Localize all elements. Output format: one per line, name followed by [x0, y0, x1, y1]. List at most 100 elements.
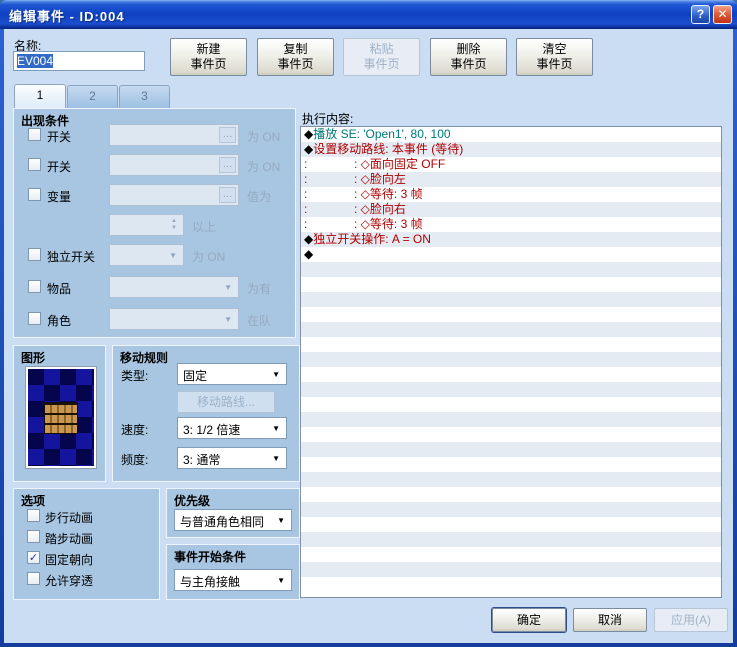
clear-page-button[interactable]: 清空事件页 [516, 38, 593, 76]
command-row[interactable]: ◆独立开关操作: A = ON [301, 232, 721, 247]
sprite-image [28, 369, 94, 466]
command-row[interactable] [301, 547, 721, 562]
command-row[interactable] [301, 412, 721, 427]
priority-group: 优先级 与普通角色相同▼ [166, 488, 300, 538]
switch2-field: … [109, 154, 239, 176]
command-row[interactable] [301, 487, 721, 502]
command-row[interactable] [301, 427, 721, 442]
event-name-input[interactable]: EV004 [13, 51, 145, 71]
command-row[interactable]: : : ◇等待: 3 帧 [301, 217, 721, 232]
ellipsis-icon: … [219, 127, 236, 143]
self-switch-checkbox[interactable] [28, 248, 41, 261]
command-row[interactable] [301, 382, 721, 397]
chevron-down-icon: ▼ [272, 454, 280, 463]
command-row[interactable] [301, 352, 721, 367]
title-bar[interactable]: 编辑事件 - ID:004 ? ✕ [0, 0, 737, 29]
command-row[interactable] [301, 262, 721, 277]
variable-checkbox[interactable] [28, 188, 41, 201]
self-switch-suffix: 为 ON [192, 248, 225, 265]
edit-event-dialog: 编辑事件 - ID:004 ? ✕ 名称: EV004 新建事件页 复制事件页 … [0, 0, 737, 647]
command-row[interactable] [301, 442, 721, 457]
switch2-checkbox[interactable] [28, 158, 41, 171]
variable-value-suffix: 以上 [192, 218, 216, 235]
command-row[interactable] [301, 502, 721, 517]
command-row[interactable] [301, 277, 721, 292]
command-row[interactable]: ◆ [301, 247, 721, 262]
apply-button: 应用(A) [654, 608, 728, 632]
delete-page-button[interactable]: 删除事件页 [430, 38, 507, 76]
move-type-label: 类型: [121, 367, 148, 384]
shelf-sprite [44, 402, 78, 434]
ellipsis-icon: … [219, 187, 236, 203]
speed-select[interactable]: 3: 1/2 倍速▼ [177, 417, 287, 439]
command-row[interactable] [301, 562, 721, 577]
frequency-select[interactable]: 3: 通常▼ [177, 447, 287, 469]
command-row[interactable]: : : ◇等待: 3 帧 [301, 187, 721, 202]
tab-page-2[interactable]: 2 [67, 85, 118, 108]
graphic-title: 图形 [21, 349, 45, 366]
step-anim-checkbox[interactable] [27, 530, 40, 543]
speed-label: 速度: [121, 421, 148, 438]
fixed-direction-label: 固定朝向 [45, 551, 93, 568]
switch1-checkbox[interactable] [28, 128, 41, 141]
chevron-down-icon: ▼ [272, 370, 280, 379]
command-row[interactable] [301, 517, 721, 532]
command-row[interactable] [301, 457, 721, 472]
variable-field: … [109, 184, 239, 206]
walk-anim-checkbox[interactable] [27, 509, 40, 522]
walk-anim-label: 步行动画 [45, 509, 93, 526]
command-row[interactable] [301, 337, 721, 352]
priority-select[interactable]: 与普通角色相同▼ [174, 509, 292, 531]
event-graphic-preview[interactable] [25, 366, 97, 469]
switch1-field: … [109, 124, 239, 146]
command-row[interactable] [301, 397, 721, 412]
command-row[interactable]: : : ◇面向固定 OFF [301, 157, 721, 172]
command-row[interactable] [301, 577, 721, 592]
command-row[interactable]: : : ◇脸向左 [301, 172, 721, 187]
command-row[interactable]: ◆设置移动路线: 本事件 (等待) [301, 142, 721, 157]
frequency-label: 频度: [121, 451, 148, 468]
variable-label: 变量 [47, 188, 71, 205]
through-checkbox[interactable] [27, 572, 40, 585]
command-row[interactable]: ◆播放 SE: 'Open1', 80, 100 [301, 127, 721, 142]
movement-group: 移动规则 类型: 固定▼ 移动路线... 速度: 3: 1/2 倍速▼ 频度: … [112, 345, 300, 482]
chevron-down-icon: ▼ [272, 424, 280, 433]
self-switch-dropdown: ▼ [109, 244, 184, 266]
move-route-button: 移动路线... [177, 391, 275, 413]
dialog-title: 编辑事件 - ID:004 [9, 6, 125, 25]
command-row[interactable] [301, 367, 721, 382]
command-list[interactable]: ◆播放 SE: 'Open1', 80, 100◆设置移动路线: 本事件 (等待… [300, 126, 722, 598]
command-row[interactable] [301, 307, 721, 322]
move-type-select[interactable]: 固定▼ [177, 363, 287, 385]
item-checkbox[interactable] [28, 280, 41, 293]
fixed-direction-checkbox[interactable]: ✓ [27, 551, 40, 564]
movement-title: 移动规则 [120, 349, 168, 366]
spinner-arrows-icon: ▲▼ [167, 217, 181, 233]
cancel-button[interactable]: 取消 [573, 608, 647, 632]
command-row[interactable] [301, 322, 721, 337]
command-row[interactable]: : : ◇脸向右 [301, 202, 721, 217]
priority-title: 优先级 [174, 492, 210, 509]
through-label: 允许穿透 [45, 572, 93, 589]
options-title: 选项 [21, 492, 45, 509]
new-page-button[interactable]: 新建事件页 [170, 38, 247, 76]
command-row[interactable] [301, 292, 721, 307]
tab-page-3[interactable]: 3 [119, 85, 170, 108]
trigger-select[interactable]: 与主角接触▼ [174, 569, 292, 591]
ellipsis-icon: … [219, 157, 236, 173]
item-label: 物品 [47, 280, 71, 297]
command-row[interactable] [301, 472, 721, 487]
command-row[interactable] [301, 532, 721, 547]
ok-button[interactable]: 确定 [492, 608, 566, 632]
switch2-label: 开关 [47, 158, 71, 175]
self-switch-label: 独立开关 [47, 248, 95, 265]
copy-page-button[interactable]: 复制事件页 [257, 38, 334, 76]
help-button[interactable]: ? [691, 5, 710, 24]
actor-checkbox[interactable] [28, 312, 41, 325]
close-icon[interactable]: ✕ [713, 5, 732, 24]
actor-dropdown: ▼ [109, 308, 239, 330]
tab-page-1[interactable]: 1 [14, 84, 66, 108]
commands-label: 执行内容: [302, 110, 353, 127]
variable-value-spinner: ▲▼ [109, 214, 184, 236]
dialog-body: 名称: EV004 新建事件页 复制事件页 粘贴事件页 删除事件页 清空事件页 … [4, 29, 733, 643]
